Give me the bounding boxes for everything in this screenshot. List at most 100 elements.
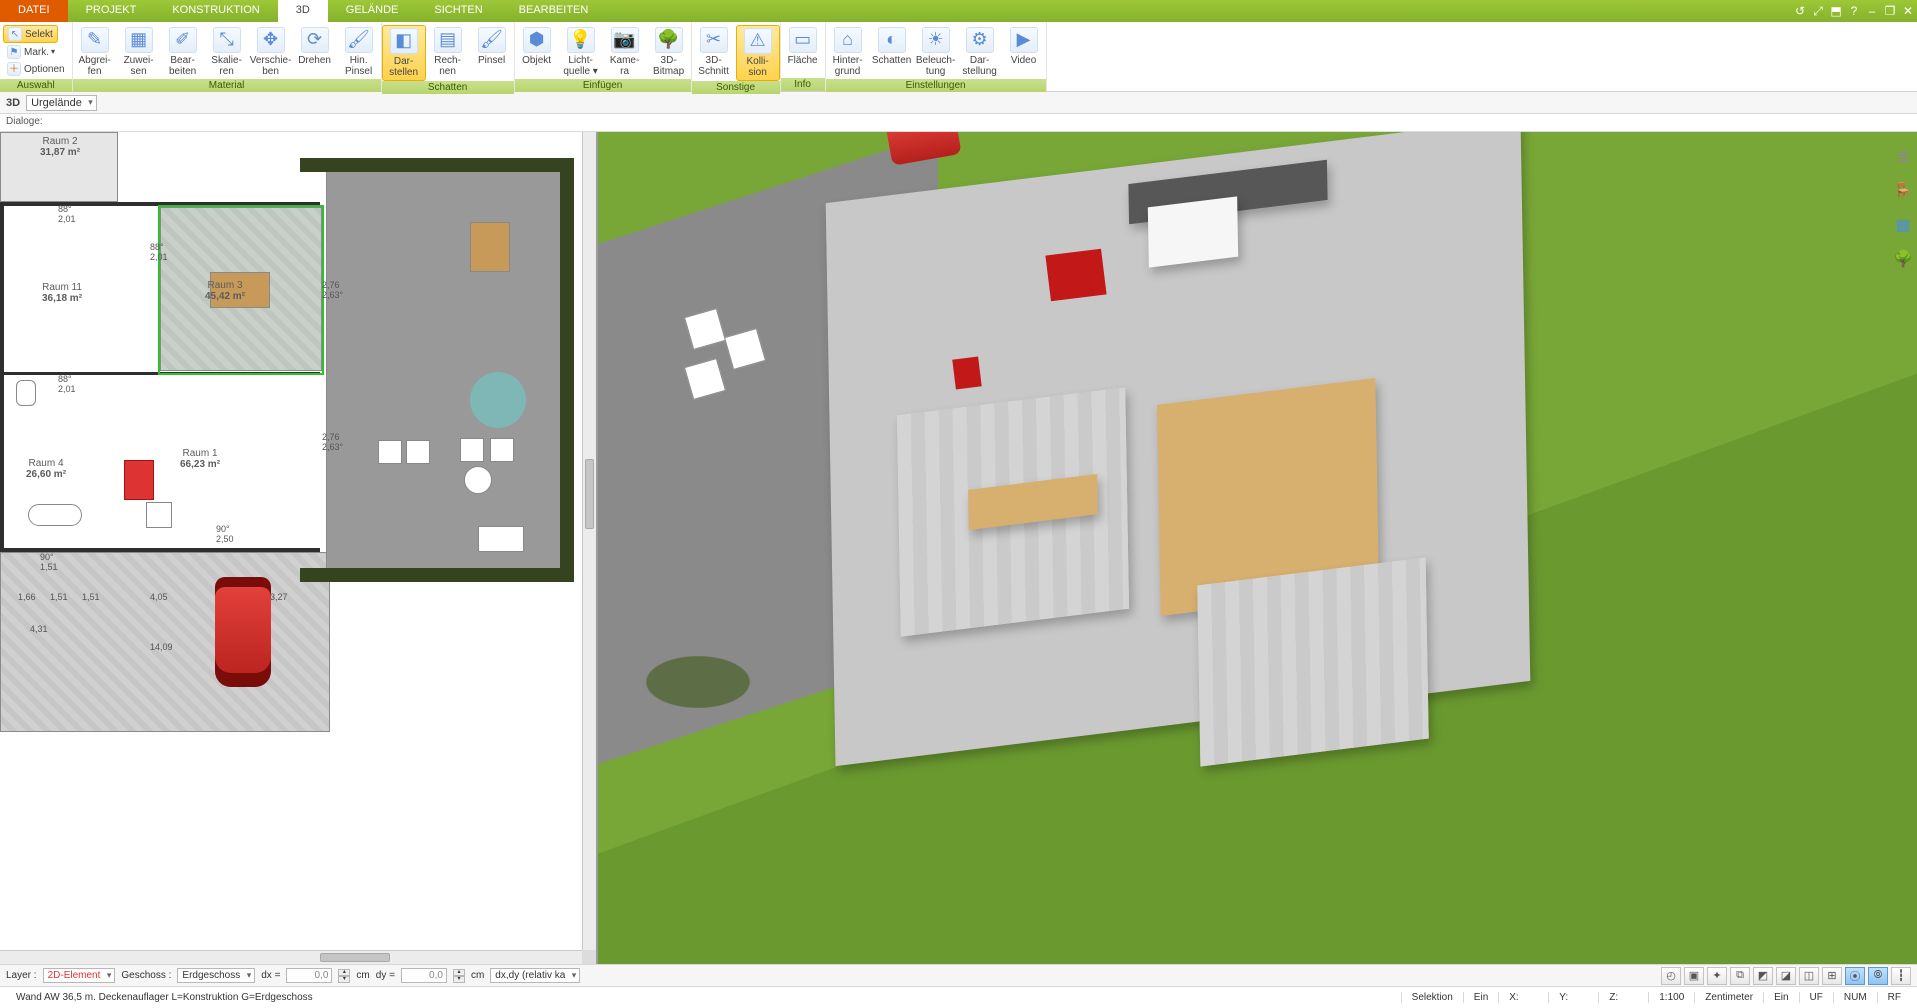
plan-2d-viewport[interactable]: Raum 231,87 m²Raum 1136,18 m²Raum 345,42… <box>0 132 598 964</box>
dx-unit: cm <box>356 970 369 981</box>
ribbon-zuweisen-button[interactable]: ▦Zuwei-sen <box>117 25 161 79</box>
floor-plan-canvas[interactable]: Raum 231,87 m²Raum 1136,18 m²Raum 345,42… <box>0 132 582 950</box>
car-red <box>215 577 271 687</box>
view-3d-canvas[interactable] <box>598 132 1917 964</box>
menu-tab-gelaende[interactable]: GELÄNDE <box>328 0 417 22</box>
window-minimize-icon[interactable]: – <box>1863 0 1881 22</box>
dimension-label: 90° <box>40 552 54 562</box>
view-3d-viewport[interactable] <box>598 132 1917 964</box>
terrain-combo[interactable]: Urgelände <box>26 95 97 111</box>
selekt-button[interactable]: ↖Selekt <box>3 25 58 43</box>
ribbon-3dbitmap-button[interactable]: 🌳3D-Bitmap <box>647 25 691 79</box>
menu-tab-sichten[interactable]: SICHTEN <box>416 0 500 22</box>
ribbon-objekt-button[interactable]: ⬢Objekt <box>515 25 559 68</box>
ribbon-beleuchtung-button[interactable]: ☀Beleuch-tung <box>914 25 958 79</box>
bottom-icon-3[interactable]: ⧉ <box>1730 967 1750 985</box>
titlebar-help-icon[interactable]: ? <box>1845 0 1863 22</box>
bathtub-3d <box>1148 196 1238 267</box>
ribbon-hintergrund-button[interactable]: ⌂Hinter-grund <box>826 25 870 79</box>
bottom-icon-10[interactable]: ┇ <box>1891 967 1911 985</box>
ribbon-kollision-button[interactable]: ⚠Kolli-sion <box>736 25 780 81</box>
dx-input[interactable]: 0,0 <box>286 968 332 983</box>
ribbon-video-button[interactable]: ▶Video <box>1002 25 1046 68</box>
bottom-icon-5[interactable]: ◪ <box>1776 967 1796 985</box>
dimension-label: 1,51 <box>82 592 100 602</box>
menu-tab-bearbeiten[interactable]: BEARBEITEN <box>501 0 607 22</box>
titlebar-layout-icon[interactable]: ⬒ <box>1827 0 1845 22</box>
palette-icon[interactable]: ▦ <box>1892 214 1914 236</box>
furniture-icon[interactable]: 🪑 <box>1892 180 1914 202</box>
ribbon-label: tung <box>926 66 945 77</box>
skalieren-icon: ⤡ <box>213 27 241 53</box>
geschoss-combo[interactable]: Erdgeschoss <box>177 968 255 983</box>
bottom-icon-4[interactable]: ◩ <box>1753 967 1773 985</box>
dialoge-bar: Dialoge: <box>0 114 1917 132</box>
ribbon-kamera-button[interactable]: 📷Kame-ra <box>603 25 647 79</box>
ribbon-label: Objekt <box>522 55 551 66</box>
coord-mode-combo[interactable]: dx,dy (relativ ka <box>490 968 580 983</box>
menu-tab-projekt[interactable]: PROJEKT <box>68 0 155 22</box>
group-label: Einfügen <box>515 79 691 92</box>
dimension-label: 2,76 <box>322 280 340 290</box>
ribbon-label: 3D- <box>661 55 677 66</box>
ribbon-drehen-button[interactable]: ⟳Drehen <box>293 25 337 68</box>
ribbon-rechnen-button[interactable]: ▤Rech-nen <box>426 25 470 79</box>
bottom-icon-0[interactable]: ◴ <box>1661 967 1681 985</box>
ribbon-flaeche-button[interactable]: ▭Fläche <box>781 25 825 68</box>
ribbon-darstellung-button[interactable]: ⚙Dar-stellung <box>958 25 1002 79</box>
bottom-icon-8[interactable]: ⦿ <box>1845 967 1865 985</box>
plan-scrollbar-vertical[interactable] <box>582 132 596 950</box>
window-maximize-icon[interactable]: ❐ <box>1881 0 1899 22</box>
bearbeiten-icon: ✐ <box>169 27 197 53</box>
dy-unit: cm <box>471 970 484 981</box>
ribbon-group-auswahl: ↖Selekt ⚑Mark.▾ ＋Optionen Auswahl <box>0 22 73 91</box>
dx-spinner[interactable]: ▴▾ <box>338 969 350 983</box>
bottom-icon-7[interactable]: ⊞ <box>1822 967 1842 985</box>
status-main: Wand AW 36,5 m. Deckenauflager L=Konstru… <box>6 992 1401 1003</box>
ribbon-label: Licht- <box>568 55 592 66</box>
layer-combo[interactable]: 2D-Element <box>43 968 116 983</box>
ribbon-abgreifen-button[interactable]: ✎Abgrei-fen <box>73 25 117 79</box>
tree-shadow <box>638 652 758 712</box>
lichtquelle-icon: 💡 <box>567 27 595 53</box>
titlebar-expand-icon[interactable]: ⤢ <box>1809 0 1827 22</box>
dy-spinner[interactable]: ▴▾ <box>453 969 465 983</box>
group-label: Material <box>73 79 381 92</box>
menu-tab-3d[interactable]: 3D <box>278 0 328 22</box>
ribbon-label: stellen <box>389 67 418 78</box>
ribbon-pinsel-button[interactable]: 🖌Pinsel <box>470 25 514 68</box>
window-close-icon[interactable]: ✕ <box>1899 0 1917 22</box>
ribbon-label: Dar- <box>394 56 413 67</box>
dy-input[interactable]: 0,0 <box>401 968 447 983</box>
ribbon-hinpinsel-button[interactable]: 🖌Hin.Pinsel <box>337 25 381 79</box>
ribbon-bearbeiten-button[interactable]: ✐Bear-beiten <box>161 25 205 79</box>
ribbon-label: Pinsel <box>478 55 505 66</box>
ribbon-darstellen-button[interactable]: ◧Dar-stellen <box>382 25 426 81</box>
status-y: Y: <box>1548 992 1598 1003</box>
menu-tab-datei[interactable]: DATEI <box>0 0 68 22</box>
tree-icon[interactable]: 🌳 <box>1892 248 1914 270</box>
ribbon-lichtquelle-button[interactable]: 💡Licht-quelle ▾ <box>559 25 603 79</box>
titlebar-undo-icon[interactable]: ↺ <box>1791 0 1809 22</box>
ribbon-label: Drehen <box>298 55 331 66</box>
layers-icon[interactable]: ≣ <box>1892 146 1914 168</box>
ribbon-label: Hinter- <box>833 55 863 66</box>
status-uf: UF <box>1799 992 1833 1003</box>
ribbon-verschieben-button[interactable]: ✥Verschie-ben <box>249 25 293 79</box>
bottom-icon-1[interactable]: ▣ <box>1684 967 1704 985</box>
ribbon-schatten-button[interactable]: ◐Schatten <box>870 25 914 68</box>
bottom-icon-6[interactable]: ◫ <box>1799 967 1819 985</box>
ribbon-3dschnitt-button[interactable]: ✂3D-Schnitt <box>692 25 736 79</box>
plan-scrollbar-horizontal[interactable] <box>0 950 582 964</box>
mark-button[interactable]: ⚑Mark.▾ <box>3 44 59 60</box>
bottom-icon-9[interactable]: ⦾ <box>1868 967 1888 985</box>
ribbon-skalieren-button[interactable]: ⤡Skalie-ren <box>205 25 249 79</box>
status-scale: 1:100 <box>1648 992 1694 1003</box>
menu-tab-konstruktion[interactable]: KONSTRUKTION <box>154 0 277 22</box>
right-tool-strip: ≣ 🪑 ▦ 🌳 <box>1889 132 1917 270</box>
hinpinsel-icon: 🖌 <box>345 27 373 53</box>
bottom-icon-2[interactable]: ✦ <box>1707 967 1727 985</box>
optionen-button[interactable]: ＋Optionen <box>3 61 69 77</box>
status-rf: RF <box>1877 992 1911 1003</box>
ribbon-label: Abgrei- <box>78 55 110 66</box>
